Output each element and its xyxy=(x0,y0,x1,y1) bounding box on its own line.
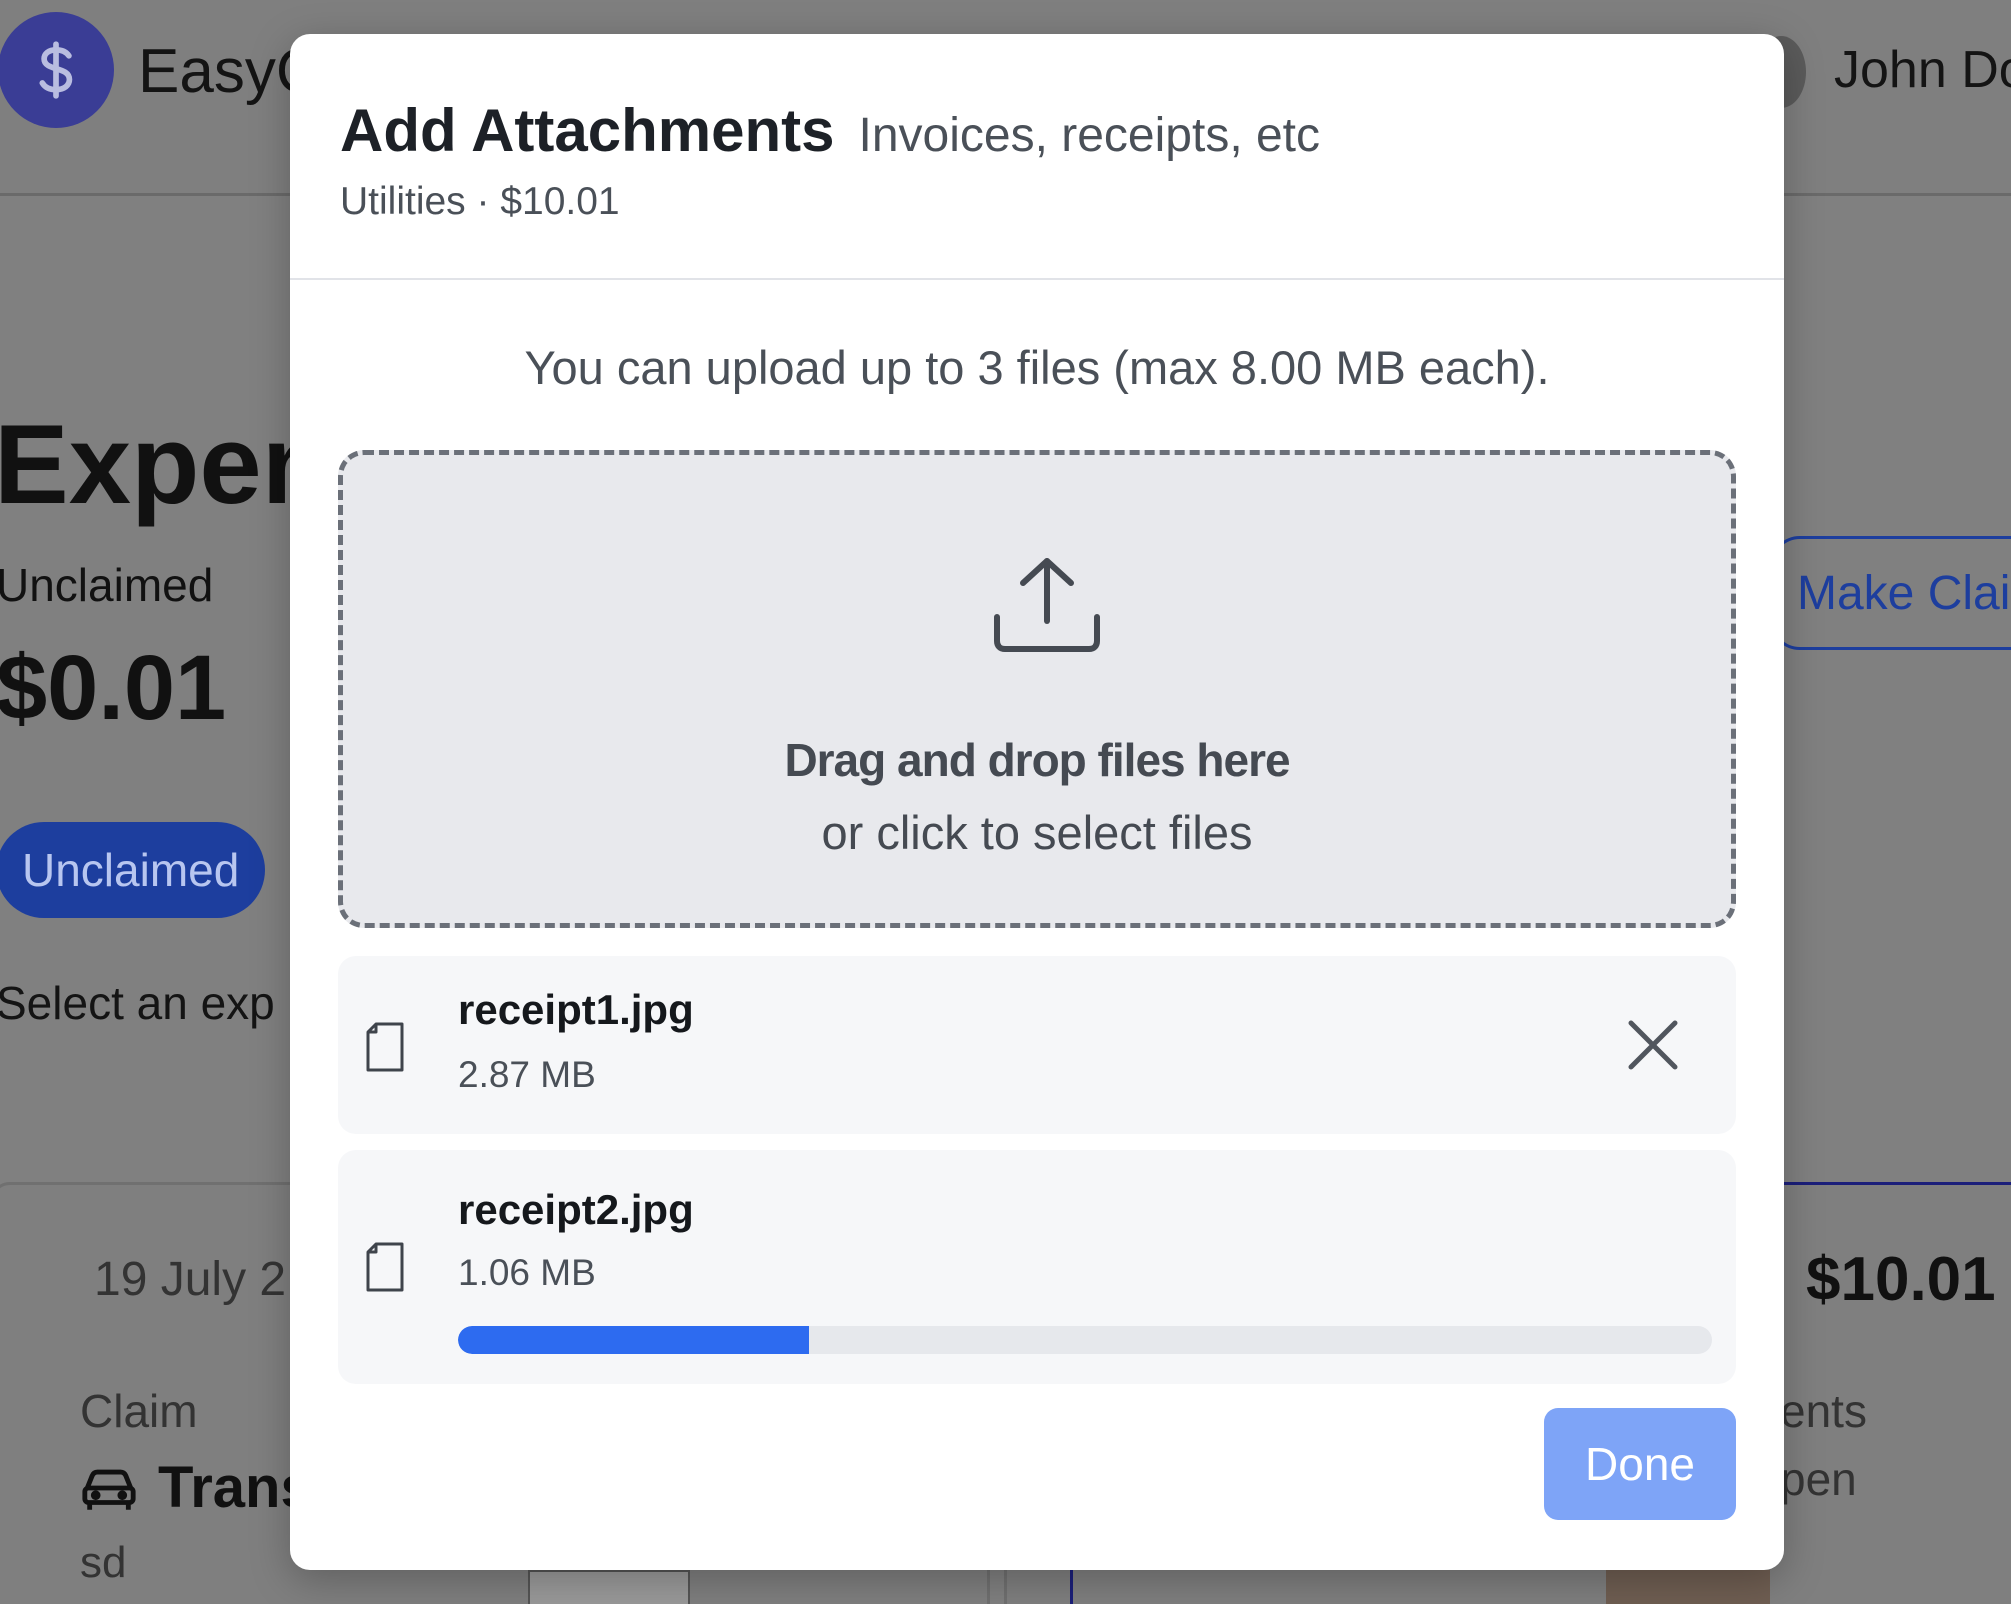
user-name[interactable]: John Do xyxy=(1834,40,2011,100)
remove-file-button[interactable] xyxy=(1622,1014,1684,1076)
dropzone-title: Drag and drop files here xyxy=(784,734,1290,786)
make-claim-button[interactable]: Make Clair xyxy=(1770,536,2011,650)
modal-subtitle: Invoices, receipts, etc xyxy=(858,109,1321,162)
select-expense-hint: Select an exp xyxy=(0,977,275,1029)
open-link[interactable]: pen xyxy=(1780,1452,1857,1506)
attachment-thumbnail[interactable] xyxy=(528,1570,690,1604)
file-icon xyxy=(366,1022,404,1072)
close-icon xyxy=(1628,1020,1678,1070)
upload-progress-fill xyxy=(458,1326,810,1354)
unclaimed-filter-pill[interactable]: Unclaimed xyxy=(0,822,266,918)
expense-amount: $10.01 xyxy=(1806,1245,1996,1314)
dollar-icon xyxy=(39,41,73,99)
file-name: receipt2.jpg xyxy=(458,1186,694,1233)
file-list-item: receipt1.jpg 2.87 MB xyxy=(338,956,1736,1134)
modal-title-row: Add Attachments Invoices, receipts, etc xyxy=(340,96,1320,165)
add-attachments-modal: Add Attachments Invoices, receipts, etc … xyxy=(290,34,1784,1570)
upload-icon xyxy=(994,558,1100,652)
app-logo xyxy=(0,12,114,128)
dropzone-subtitle: or click to select files xyxy=(821,806,1253,859)
unclaimed-amount: $0.01 xyxy=(0,637,227,739)
file-list-item: receipt2.jpg 1.06 MB xyxy=(338,1150,1736,1384)
attachments-label: ents xyxy=(1780,1385,1867,1437)
attachment-thumbnail[interactable] xyxy=(1606,1570,1770,1604)
file-size: 2.87 MB xyxy=(458,1054,596,1095)
upload-progress-bar xyxy=(458,1326,1712,1354)
expense-date: 19 July 2 xyxy=(94,1253,287,1306)
modal-title: Add Attachments xyxy=(340,97,835,164)
upload-limit-text: You can upload up to 3 files (max 8.00 M… xyxy=(524,341,1550,394)
file-icon xyxy=(366,1242,404,1292)
file-dropzone[interactable]: Drag and drop files here or click to sel… xyxy=(338,450,1736,928)
expense-note: sd xyxy=(80,1538,127,1587)
page: EasyC John Do Expen Unclaimed $0.01 Uncl… xyxy=(0,0,2011,1604)
file-name: receipt1.jpg xyxy=(458,986,694,1033)
done-button[interactable]: Done xyxy=(1544,1408,1736,1520)
unclaimed-label: Unclaimed xyxy=(0,559,214,611)
file-size: 1.06 MB xyxy=(458,1252,596,1293)
page-title: Expen xyxy=(0,402,331,527)
expense-summary: Utilities · $10.01 xyxy=(340,180,620,223)
modal-header: Add Attachments Invoices, receipts, etc … xyxy=(290,34,1784,280)
car-icon xyxy=(82,1469,136,1510)
claim-label: Claim xyxy=(80,1385,198,1437)
